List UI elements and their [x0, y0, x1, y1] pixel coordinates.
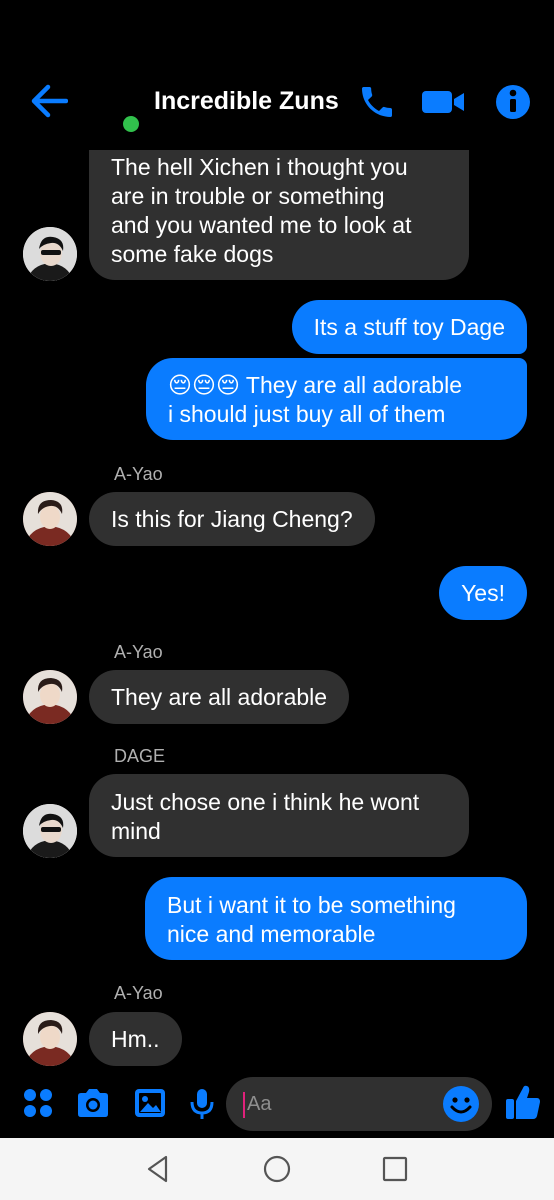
avatar[interactable] [23, 670, 77, 724]
message-line: Its a stuff toy Dage [313, 314, 505, 340]
message-line: are in trouble or something [111, 183, 385, 209]
thumbs-up-icon[interactable] [505, 1083, 541, 1121]
nav-home-icon[interactable] [262, 1154, 292, 1184]
sender-name: A-Yao [114, 983, 163, 1003]
message-line: nice and memorable [167, 921, 376, 947]
message-line: Is this for Jiang Cheng? [111, 506, 353, 532]
message-composer-bar: Aa [0, 1075, 554, 1137]
incoming-message-bubble[interactable]: They are all adorable [89, 670, 350, 724]
message-line: 😔😔😔 They are all adorable [168, 372, 462, 398]
message-line: i should just buy all of them [168, 401, 446, 427]
message-line: Yes! [461, 580, 505, 606]
incoming-message-bubble[interactable]: Just chose one i think he wont mind [89, 774, 469, 857]
message-line: The hell Xichen i thought you [111, 154, 408, 180]
sender-name: A-Yao [114, 464, 163, 484]
incoming-message-bubble[interactable]: Hm.. [89, 1012, 182, 1066]
online-status-dot [123, 116, 139, 132]
microphone-icon[interactable] [188, 1087, 216, 1121]
info-icon[interactable] [494, 82, 532, 122]
incoming-message-bubble[interactable]: Is this for Jiang Cheng? [89, 492, 375, 546]
avatar[interactable] [23, 804, 77, 858]
apps-grid-icon[interactable] [22, 1087, 54, 1119]
message-line: mind [111, 818, 161, 844]
sender-name: DAGE [114, 746, 166, 766]
video-camera-icon[interactable] [420, 82, 466, 122]
message-line: But i want it to be something [167, 892, 456, 918]
system-navigation-bar [0, 1138, 554, 1200]
message-input-placeholder: Aa [247, 1093, 272, 1115]
outgoing-message-bubble[interactable]: Its a stuff toy Dage [291, 300, 527, 354]
message-line: Hm.. [111, 1026, 160, 1052]
emoji-icon[interactable] [442, 1085, 480, 1123]
message-line: Just chose one i think he wont [111, 789, 420, 815]
outgoing-message-bubble[interactable]: But i want it to be something nice and m… [145, 877, 527, 960]
avatar[interactable] [23, 227, 77, 281]
text-cursor [243, 1092, 245, 1118]
nav-recents-icon[interactable] [381, 1154, 409, 1184]
message-line: and you wanted me to look at [111, 212, 412, 238]
avatar[interactable] [23, 1012, 77, 1066]
sender-name: A-Yao [114, 642, 163, 662]
gallery-icon[interactable] [133, 1087, 167, 1119]
nav-back-icon[interactable] [144, 1154, 172, 1184]
chat-header: Incredible Zuns [0, 0, 554, 150]
outgoing-message-bubble[interactable]: Yes! [439, 566, 527, 620]
camera-icon[interactable] [75, 1087, 111, 1119]
conversation-title[interactable]: Incredible Zuns [154, 87, 339, 116]
message-input[interactable]: Aa [226, 1077, 492, 1131]
message-line: some fake dogs [111, 241, 274, 267]
message-line: They are all adorable [111, 684, 328, 710]
back-arrow-icon[interactable] [30, 84, 68, 118]
incoming-message-bubble[interactable]: The hell Xichen i thought you are in tro… [89, 138, 469, 280]
phone-icon[interactable] [357, 82, 397, 122]
outgoing-message-bubble[interactable]: 😔😔😔 They are all adorable i should just … [146, 358, 527, 440]
avatar[interactable] [23, 492, 77, 546]
